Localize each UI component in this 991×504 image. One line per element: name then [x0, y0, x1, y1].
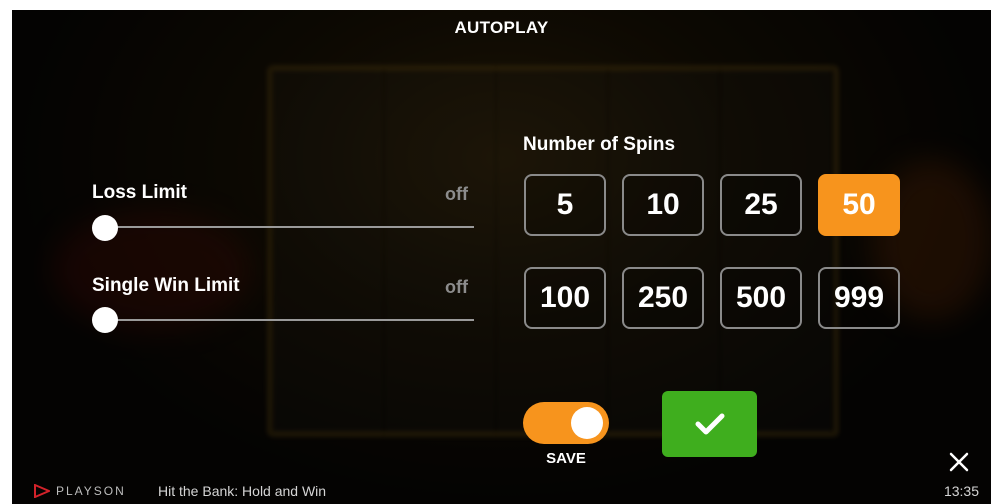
- spin-option-5[interactable]: 5: [524, 174, 606, 236]
- save-label: SAVE: [546, 450, 586, 467]
- save-toggle-knob: [571, 407, 603, 439]
- loss-limit-label: Loss Limit: [92, 182, 188, 203]
- game-name: Hit the Bank: Hold and Win: [158, 483, 327, 499]
- single-win-limit-slider[interactable]: [105, 319, 474, 321]
- playson-logo-icon: [34, 484, 50, 498]
- clock: 13:35: [943, 483, 979, 499]
- spin-option-25[interactable]: 25: [720, 174, 802, 236]
- single-win-limit-slider-knob[interactable]: [92, 307, 118, 333]
- modal-overlay: [12, 10, 991, 504]
- spin-option-999[interactable]: 999: [818, 267, 900, 329]
- footer-bar: PLAYSON Hit the Bank: Hold and Win 13:35: [12, 478, 991, 504]
- spin-option-10[interactable]: 10: [622, 174, 704, 236]
- loss-limit-value: off: [445, 184, 468, 204]
- loss-limit-slider-knob[interactable]: [92, 215, 118, 241]
- spin-option-50[interactable]: 50: [818, 174, 900, 236]
- close-icon[interactable]: [948, 451, 970, 473]
- loss-limit-slider[interactable]: [105, 226, 474, 228]
- autoplay-title: AUTOPLAY: [454, 18, 549, 37]
- game-screen: AUTOPLAY Loss Limit off Single Win Limit…: [12, 10, 991, 504]
- save-toggle[interactable]: [523, 402, 609, 444]
- single-win-limit-value: off: [445, 277, 468, 297]
- brand-name: PLAYSON: [56, 484, 126, 498]
- spin-option-100[interactable]: 100: [524, 267, 606, 329]
- single-win-limit-label: Single Win Limit: [92, 275, 240, 296]
- spin-option-500[interactable]: 500: [720, 267, 802, 329]
- playson-logo: PLAYSON: [34, 484, 126, 498]
- confirm-button[interactable]: [662, 391, 757, 457]
- number-of-spins-label: Number of Spins: [523, 134, 676, 155]
- spin-option-250[interactable]: 250: [622, 267, 704, 329]
- checkmark-icon: [695, 413, 724, 435]
